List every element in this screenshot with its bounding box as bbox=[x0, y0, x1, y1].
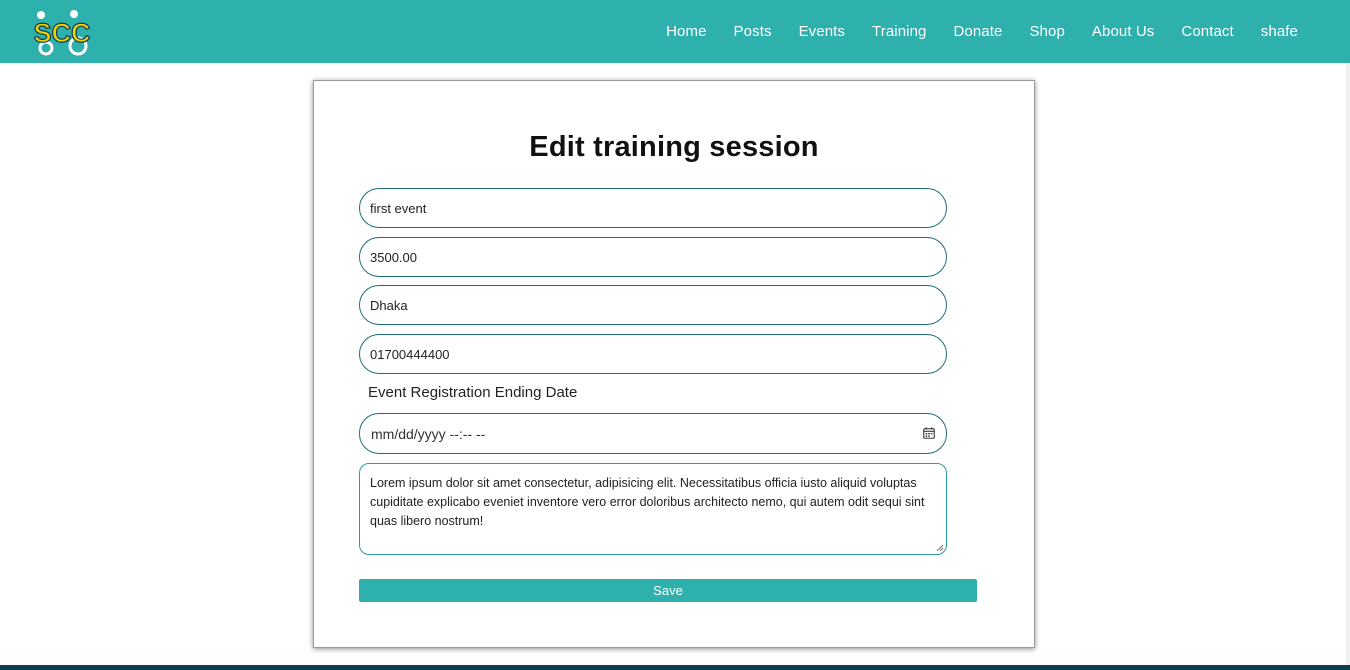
date-placeholder: mm/dd/yyyy --:-- -- bbox=[371, 426, 486, 442]
nav-user-link[interactable]: shafe bbox=[1261, 23, 1298, 40]
edit-training-form-card: Edit training session Event Registration… bbox=[313, 80, 1035, 648]
registration-end-date-input[interactable]: mm/dd/yyyy --:-- -- bbox=[359, 413, 947, 454]
nav-donate-link[interactable]: Donate bbox=[953, 23, 1002, 40]
calendar-icon[interactable] bbox=[923, 427, 935, 439]
date-label: Event Registration Ending Date bbox=[368, 384, 578, 401]
price-input[interactable] bbox=[359, 237, 947, 277]
nav-about-us-link[interactable]: About Us bbox=[1092, 23, 1155, 40]
description-text: Lorem ipsum dolor sit amet consectetur, … bbox=[370, 476, 925, 528]
svg-text:SCC: SCC bbox=[34, 18, 90, 48]
resize-handle-icon[interactable] bbox=[936, 544, 944, 552]
nav-posts-link[interactable]: Posts bbox=[734, 23, 772, 40]
nav-home-link[interactable]: Home bbox=[666, 23, 706, 40]
footer-edge-bar bbox=[0, 665, 1350, 670]
main-nav: Home Posts Events Training Donate Shop A… bbox=[639, 0, 1298, 63]
nav-events-link[interactable]: Events bbox=[799, 23, 845, 40]
description-textarea[interactable]: Lorem ipsum dolor sit amet consectetur, … bbox=[359, 463, 947, 555]
phone-input[interactable] bbox=[359, 334, 947, 374]
scc-logo[interactable]: SCC bbox=[34, 8, 90, 56]
save-button[interactable]: Save bbox=[359, 579, 977, 602]
nav-shop-link[interactable]: Shop bbox=[1029, 23, 1064, 40]
page-title: Edit training session bbox=[529, 131, 819, 163]
page-right-edge bbox=[1346, 63, 1350, 665]
nav-contact-link[interactable]: Contact bbox=[1181, 23, 1233, 40]
top-navbar: SCC Home Posts Events Training Donate Sh… bbox=[0, 0, 1350, 63]
nav-training-link[interactable]: Training bbox=[872, 23, 926, 40]
location-input[interactable] bbox=[359, 285, 947, 325]
event-name-input[interactable] bbox=[359, 188, 947, 228]
